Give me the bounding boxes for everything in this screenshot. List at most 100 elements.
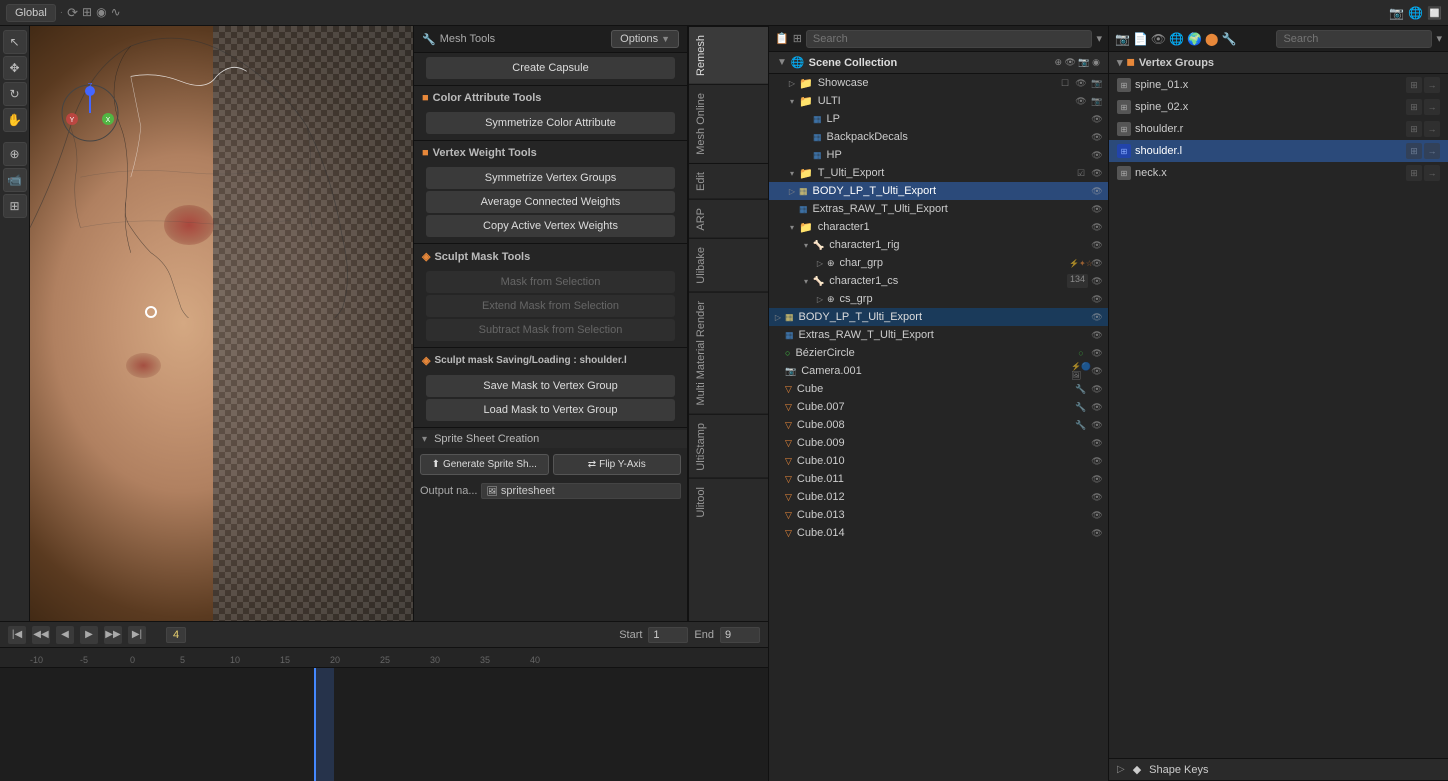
tree-item-cube014[interactable]: ▽ Cube.014 👁 xyxy=(769,524,1108,542)
vg-action-spine02x[interactable]: ⊞ xyxy=(1406,99,1422,115)
props-object-icon[interactable]: ⬤ xyxy=(1205,32,1218,46)
ulti-arrow[interactable]: ▾ xyxy=(787,96,797,106)
vg-item-shoulderr[interactable]: ⊞ shoulder.r ⊞ → xyxy=(1109,118,1448,140)
scene-icon[interactable]: 🌐 xyxy=(1408,6,1423,20)
circle-icon[interactable]: ◉ xyxy=(96,5,106,21)
csgrp-eye[interactable]: 👁 xyxy=(1090,292,1104,306)
viewport[interactable]: Z Y X xyxy=(30,26,413,621)
vg-action2-shoulderl[interactable]: → xyxy=(1424,143,1440,159)
tree-item-cube012[interactable]: ▽ Cube.012 👁 xyxy=(769,488,1108,506)
tree-item-char1cs[interactable]: ▾ 🦴 character1_cs 134 👁 xyxy=(769,272,1108,290)
jump-start-btn[interactable]: |◀ xyxy=(8,626,26,644)
props-filter-icon[interactable]: ▾ xyxy=(1436,32,1442,45)
showcase-eye[interactable]: 👁 xyxy=(1074,76,1088,90)
props-view-icon[interactable]: 👁 xyxy=(1151,32,1166,46)
tree-item-backpack[interactable]: ▦ BackpackDecals 👁 xyxy=(769,128,1108,146)
tulti-arrow[interactable]: ▾ xyxy=(787,168,797,178)
cube013-eye[interactable]: 👁 xyxy=(1090,508,1104,522)
tree-item-csgrp[interactable]: ▷ ⊕ cs_grp 👁 xyxy=(769,290,1108,308)
chargrp-arrow[interactable]: ▷ xyxy=(815,258,825,268)
tree-item-char1rig[interactable]: ▾ 🦴 character1_rig 👁 xyxy=(769,236,1108,254)
vg-action2-shoulderr[interactable]: → xyxy=(1424,121,1440,137)
csgrp-arrow[interactable]: ▷ xyxy=(815,294,825,304)
cube009-eye[interactable]: 👁 xyxy=(1090,436,1104,450)
char1rig-arrow[interactable]: ▾ xyxy=(801,240,811,250)
view-icon[interactable]: 🔲 xyxy=(1427,6,1442,20)
vg-item-spine01x[interactable]: ⊞ spine_01.x ⊞ → xyxy=(1109,74,1448,96)
tree-item-extras1[interactable]: ▦ Extras_RAW_T_Ulti_Export 👁 xyxy=(769,200,1108,218)
hand-tool[interactable]: ✋ xyxy=(3,108,27,132)
cube008-eye[interactable]: 👁 xyxy=(1090,418,1104,432)
rotate-tool[interactable]: ↻ xyxy=(3,82,27,106)
tab-remesh[interactable]: Remesh xyxy=(689,26,768,84)
prev-keyframe-btn[interactable]: ◀◀ xyxy=(32,626,50,644)
tree-item-cube008[interactable]: ▽ Cube.008 🔧 👁 xyxy=(769,416,1108,434)
output-filename[interactable]: spritesheet xyxy=(501,485,555,497)
char1rig-eye[interactable]: 👁 xyxy=(1090,238,1104,252)
tree-item-hp[interactable]: ▦ HP 👁 xyxy=(769,146,1108,164)
cube007-eye[interactable]: 👁 xyxy=(1090,400,1104,414)
extras-root-eye[interactable]: 👁 xyxy=(1090,328,1104,342)
render-icon[interactable]: 📷 xyxy=(1389,6,1404,20)
sprite-collapse-arrow[interactable]: ▾ xyxy=(422,434,427,445)
load-mask-btn[interactable]: Load Mask to Vertex Group xyxy=(426,399,675,421)
start-frame[interactable]: 1 xyxy=(648,627,688,643)
vg-item-spine02x[interactable]: ⊞ spine_02.x ⊞ → xyxy=(1109,96,1448,118)
chargrp-eye[interactable]: 👁 xyxy=(1090,256,1104,270)
camera-tool[interactable]: 📹 xyxy=(3,168,27,192)
camera-eye[interactable]: 👁 xyxy=(1090,364,1104,378)
scene-search-input[interactable] xyxy=(806,30,1093,48)
char1-arrow[interactable]: ▾ xyxy=(787,222,797,232)
showcase-arrow[interactable]: ▷ xyxy=(787,78,797,88)
vg-action-spine01x[interactable]: ⊞ xyxy=(1406,77,1422,93)
tree-item-tulti[interactable]: ▾ 📁 T_Ulti_Export ☑ 👁 xyxy=(769,164,1108,182)
char1-eye[interactable]: 👁 xyxy=(1090,220,1104,234)
transform-mode[interactable]: Global xyxy=(6,4,56,22)
tab-ulibake[interactable]: Ulibake xyxy=(689,238,768,292)
tree-item-cube010[interactable]: ▽ Cube.010 👁 xyxy=(769,452,1108,470)
cube-eye[interactable]: 👁 xyxy=(1090,382,1104,396)
current-frame[interactable]: 4 xyxy=(166,627,186,643)
create-capsule-btn[interactable]: Create Capsule xyxy=(426,57,675,79)
play-btn[interactable]: ▶ xyxy=(80,626,98,644)
symmetrize-vertex-btn[interactable]: Symmetrize Vertex Groups xyxy=(426,167,675,189)
extras1-eye[interactable]: 👁 xyxy=(1090,202,1104,216)
sync-icon[interactable]: ⟳ xyxy=(67,5,78,21)
tab-arp[interactable]: ARP xyxy=(689,199,768,239)
tree-item-bezier[interactable]: ○ BézierCircle ○ 👁 xyxy=(769,344,1108,362)
loop-cut-tool[interactable]: ⊕ xyxy=(3,142,27,166)
tree-item-body-lp2[interactable]: ▷ ▦ BODY_LP_T_Ulti_Export 👁 xyxy=(769,308,1108,326)
ulti-render[interactable]: 📷 xyxy=(1090,94,1104,108)
display-icon[interactable]: ⊞ xyxy=(793,32,802,45)
vg-action-neckx[interactable]: ⊞ xyxy=(1406,165,1422,181)
char1cs-eye[interactable]: 👁 xyxy=(1090,274,1104,288)
vg-collapse-arrow[interactable]: ▾ xyxy=(1117,56,1123,69)
vg-action2-neckx[interactable]: → xyxy=(1424,165,1440,181)
save-mask-btn[interactable]: Save Mask to Vertex Group xyxy=(426,375,675,397)
end-frame[interactable]: 9 xyxy=(720,627,760,643)
tree-item-body-lp[interactable]: ▷ ▦ BODY_LP_T_Ulti_Export 👁 xyxy=(769,182,1108,200)
extend-mask-btn[interactable]: Extend Mask from Selection xyxy=(426,295,675,317)
tulti-check[interactable]: ☑ xyxy=(1074,166,1088,180)
mask-from-selection-btn[interactable]: Mask from Selection xyxy=(426,271,675,293)
vg-action-shoulderr[interactable]: ⊞ xyxy=(1406,121,1422,137)
jump-end-btn[interactable]: ▶| xyxy=(128,626,146,644)
tab-ulitool[interactable]: Ulitool xyxy=(689,478,768,526)
vg-item-shoulderl[interactable]: ⊞ shoulder.l ⊞ → xyxy=(1109,140,1448,162)
cube012-eye[interactable]: 👁 xyxy=(1090,490,1104,504)
props-search-input[interactable] xyxy=(1276,30,1432,48)
bodylp2-arrow[interactable]: ▷ xyxy=(773,312,783,322)
char1cs-arrow[interactable]: ▾ xyxy=(801,276,811,286)
props-output-icon[interactable]: 📄 xyxy=(1133,32,1148,46)
tree-item-cube007[interactable]: ▽ Cube.007 🔧 👁 xyxy=(769,398,1108,416)
bodylp2-eye[interactable]: 👁 xyxy=(1090,310,1104,324)
lp-eye[interactable]: 👁 xyxy=(1090,112,1104,126)
tab-multi-material[interactable]: Multi Material Render xyxy=(689,292,768,414)
tree-item-cube009[interactable]: ▽ Cube.009 👁 xyxy=(769,434,1108,452)
tree-item-showcase[interactable]: ▷ 📁 Showcase ☐ 👁 📷 xyxy=(769,74,1108,92)
timeline-tracks[interactable] xyxy=(0,668,768,781)
select-tool[interactable]: ↖ xyxy=(3,30,27,54)
filter-icon[interactable]: ▾ xyxy=(1096,32,1102,45)
props-scene-icon[interactable]: 🌐 xyxy=(1169,32,1184,46)
tab-ultistamp[interactable]: UltiStamp xyxy=(689,414,768,479)
